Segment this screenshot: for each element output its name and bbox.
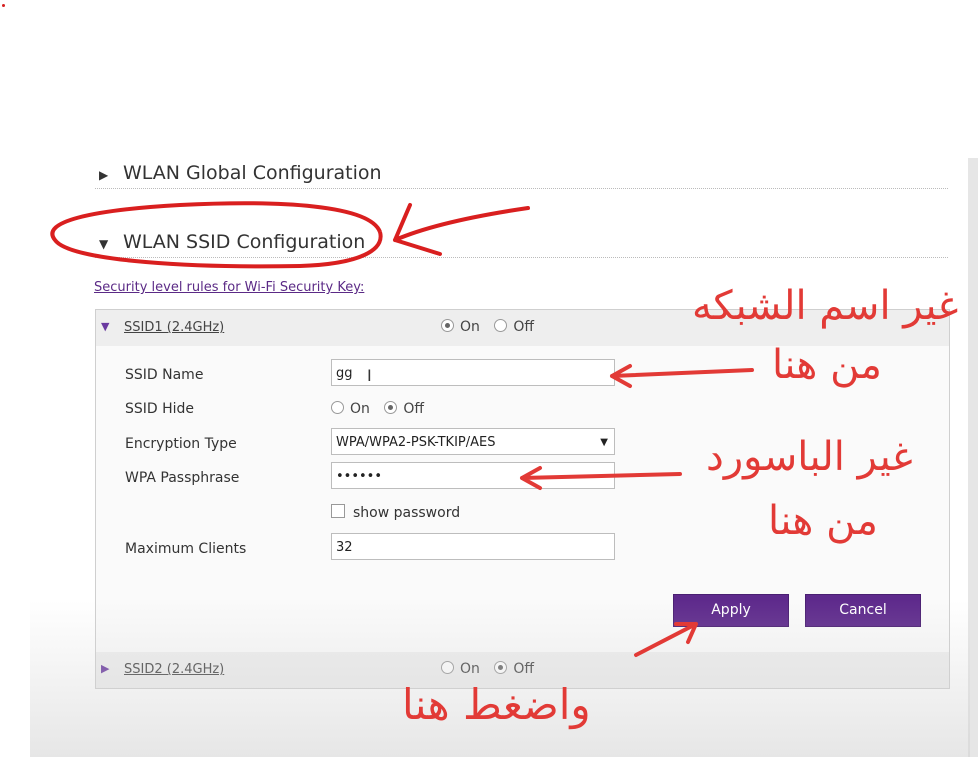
collapsed-triangle-icon: ▶ — [99, 168, 109, 182]
annotation-press-here: واضغط هنا — [402, 680, 591, 729]
ssid-hide-off-radio[interactable] — [384, 401, 398, 414]
radio-label: Off — [513, 661, 535, 677]
encryption-type-select[interactable]: WPA/WPA2-PSK-TKIP/AES ▼ — [331, 428, 615, 455]
section-wlan-ssid[interactable]: ▼ WLAN SSID Configuration — [95, 229, 948, 258]
passphrase-value: •••••• — [336, 469, 383, 484]
ssid1-on-radio[interactable] — [441, 319, 454, 332]
maximum-clients-input[interactable]: 32 — [331, 533, 615, 560]
expanded-triangle-icon: ▼ — [99, 237, 109, 251]
encryption-value: WPA/WPA2-PSK-TKIP/AES — [336, 435, 496, 450]
ssid-hide-on-radio[interactable] — [331, 401, 344, 414]
ssid1-state-radio-group: On Off — [441, 319, 544, 335]
security-rules-link[interactable]: Security level rules for Wi-Fi Security … — [94, 280, 364, 295]
radio-label: Off — [403, 401, 425, 417]
wpa-passphrase-label: WPA Passphrase — [125, 470, 240, 486]
radio-label: On — [460, 661, 480, 677]
ssid-name-value: gg — [336, 366, 353, 381]
scrollbar-edge[interactable] — [968, 158, 978, 757]
max-clients-value: 32 — [336, 540, 353, 555]
show-password-checkbox[interactable] — [331, 504, 345, 518]
ssid1-off-radio[interactable] — [494, 319, 508, 332]
section-title: WLAN SSID Configuration — [123, 231, 366, 253]
cancel-button[interactable]: Cancel — [805, 594, 921, 627]
dropdown-arrow-icon: ▼ — [600, 437, 608, 448]
ssid-hide-radio-group: On Off — [331, 401, 434, 417]
annotation-change-network-name: غير اسم الشبكه — [692, 283, 959, 329]
annotation-from-here-1: من هنا — [772, 342, 882, 388]
ssid1-name-link[interactable]: SSID1 (2.4GHz) — [124, 320, 224, 335]
ssid-name-input[interactable]: gg I — [331, 359, 615, 386]
ssid-hide-label: SSID Hide — [125, 401, 195, 417]
expanded-triangle-icon: ▼ — [101, 320, 110, 333]
wpa-passphrase-input[interactable]: •••••• — [331, 462, 615, 489]
maximum-clients-label: Maximum Clients — [125, 541, 247, 557]
ssid2-name-link[interactable]: SSID2 (2.4GHz) — [124, 662, 224, 677]
radio-label: Off — [513, 319, 535, 335]
ssid2-off-radio[interactable] — [494, 661, 508, 674]
annotation-change-password: غير الباسورد — [706, 434, 913, 480]
text-cursor-icon: I — [367, 366, 372, 385]
section-title: WLAN Global Configuration — [123, 162, 382, 184]
show-password-label: show password — [353, 505, 461, 521]
annotation-from-here-2: من هنا — [768, 498, 878, 544]
red-dot — [2, 4, 5, 7]
encryption-type-label: Encryption Type — [125, 436, 237, 452]
apply-button[interactable]: Apply — [673, 594, 789, 627]
ssid2-on-radio[interactable] — [441, 661, 454, 674]
section-wlan-global[interactable]: ▶ WLAN Global Configuration — [95, 160, 948, 189]
ssid-name-label: SSID Name — [125, 367, 204, 383]
ssid2-state-radio-group: On Off — [441, 661, 544, 677]
radio-label: On — [460, 319, 480, 335]
radio-label: On — [350, 401, 370, 417]
collapsed-triangle-icon: ▶ — [101, 662, 110, 675]
